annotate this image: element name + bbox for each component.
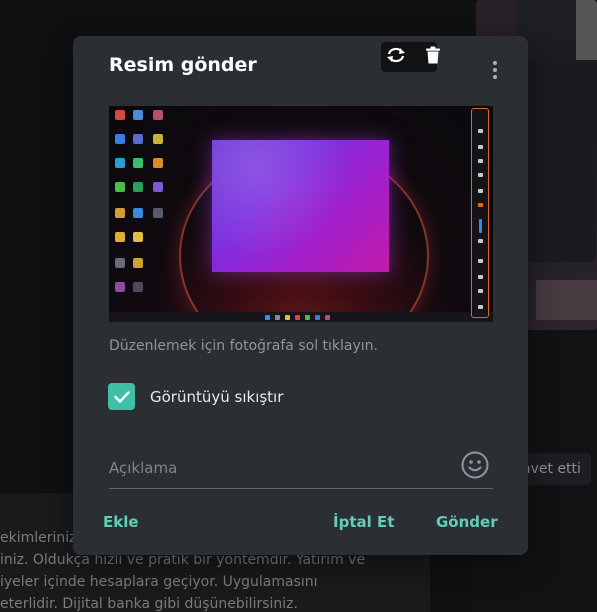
cancel-button[interactable]: İptal Et <box>333 508 394 536</box>
compress-checkbox[interactable] <box>108 383 135 410</box>
edit-hint: Düzenlemek için fotoğrafa sol tıklayın. <box>109 338 378 354</box>
more-vertical-icon[interactable] <box>483 56 507 84</box>
send-image-dialog: Resim gönder Düzenlemek için fotoğrafa s… <box>73 36 528 555</box>
emoji-icon[interactable] <box>460 450 490 480</box>
dialog-title: Resim gönder <box>109 54 257 76</box>
caption-input[interactable] <box>109 447 493 489</box>
trash-icon[interactable] <box>422 44 444 66</box>
add-button[interactable]: Ekle <box>103 508 139 536</box>
send-button[interactable]: Gönder <box>436 508 498 536</box>
compress-label: Görüntüyü sıkıştır <box>150 387 284 406</box>
image-preview[interactable] <box>109 106 493 322</box>
rotate-icon[interactable] <box>385 44 407 66</box>
checkmark-icon <box>113 390 130 403</box>
compress-option[interactable]: Görüntüyü sıkıştır <box>108 383 283 410</box>
